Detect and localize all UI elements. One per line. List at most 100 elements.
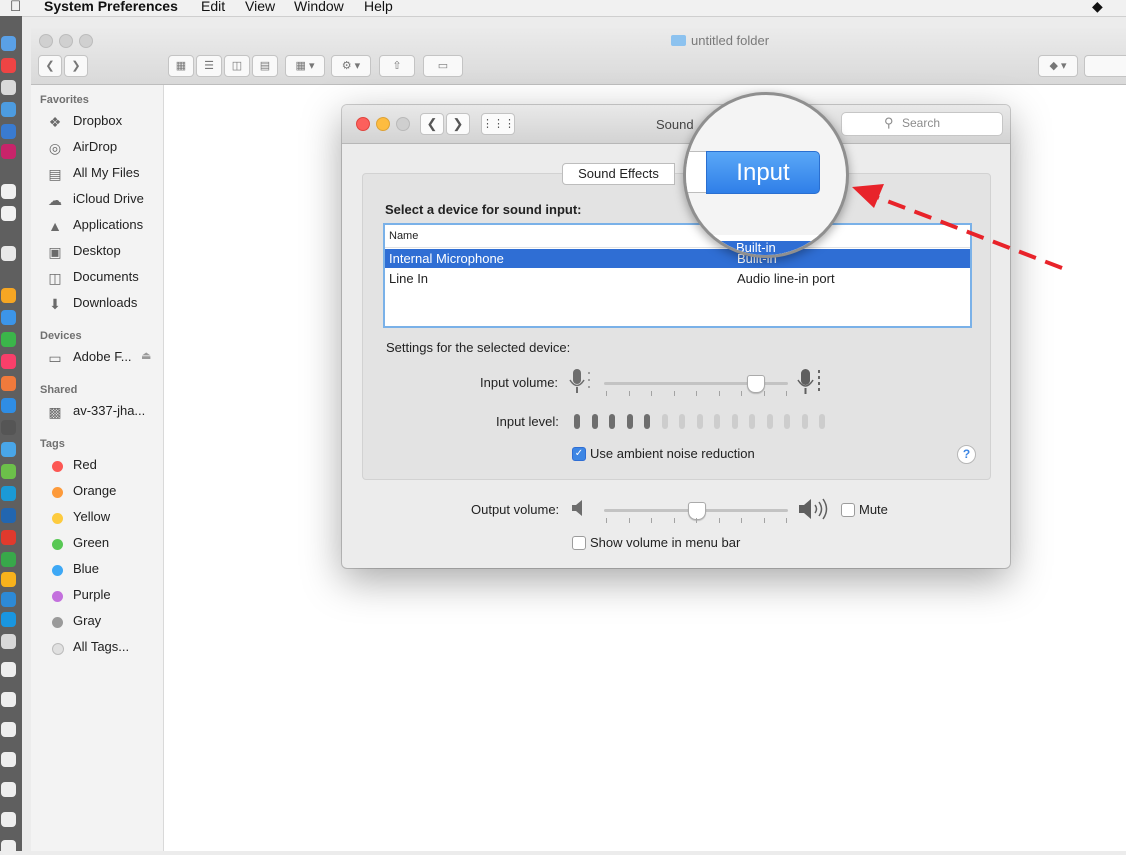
dock-app-icon[interactable]	[1, 246, 16, 261]
apple-menu-icon[interactable]: 	[10, 0, 21, 15]
sidebar-item-documents[interactable]: ◫ Documents	[46, 268, 164, 288]
gear-icon[interactable]: ⚙ ▾	[331, 55, 371, 77]
dock-app-icon[interactable]	[1, 144, 16, 159]
dock-app-icon[interactable]	[1, 662, 16, 677]
finder-sidebar: Favorites ❖ Dropbox ◎ AirDrop ▤ All My File…	[31, 85, 164, 851]
sidebar-item-desktop[interactable]: ▣ Desktop	[46, 242, 164, 262]
cover-flow-button[interactable]: ▤	[252, 55, 278, 77]
dock-app-icon[interactable]	[1, 840, 16, 855]
sidebar-item-shared[interactable]: ▩ av-337-jha...	[46, 402, 164, 422]
sidebar-item-tag-gray[interactable]: Gray	[46, 612, 164, 632]
monitor-icon: ▩	[48, 404, 62, 420]
microphone-low-icon	[569, 369, 590, 393]
slider-tick	[763, 391, 765, 396]
level-segment	[784, 414, 790, 429]
dropbox-toolbar-icon[interactable]: ◆ ▾	[1038, 55, 1078, 77]
dock-app-icon[interactable]	[1, 572, 16, 587]
sidebar-item-tag-blue[interactable]: Blue	[46, 560, 164, 580]
dock-app-icon[interactable]	[1, 420, 16, 435]
sidebar-item-all-my-files[interactable]: ▤ All My Files	[46, 164, 164, 184]
sidebar-item-tag-purple[interactable]: Purple	[46, 586, 164, 606]
sidebar-item-tag-red[interactable]: Red	[46, 456, 164, 476]
dock-app-icon[interactable]	[1, 206, 16, 221]
search-input[interactable]: ⚲ Search	[841, 112, 1003, 136]
forward-button[interactable]: ❯	[64, 55, 88, 77]
tab-sound-effects[interactable]: Sound Effects	[562, 163, 675, 185]
dock-app-icon[interactable]	[1, 376, 16, 391]
sidebar-item-device[interactable]: ▭ Adobe F... ⏏	[46, 348, 164, 368]
show-all-grid-icon[interactable]: ⋮⋮⋮	[481, 113, 515, 135]
dock-app-icon[interactable]	[1, 530, 16, 545]
list-view-button[interactable]: ☰	[196, 55, 222, 77]
column-view-button[interactable]: ◫	[224, 55, 250, 77]
dock-app-icon[interactable]	[1, 486, 16, 501]
dock-app-icon[interactable]	[1, 442, 16, 457]
sidebar-item-downloads[interactable]: ⬇ Downloads	[46, 294, 164, 314]
help-button[interactable]: ?	[957, 445, 976, 464]
dock-app-icon[interactable]	[1, 184, 16, 199]
dock-app-icon[interactable]	[1, 124, 16, 139]
close-button[interactable]	[356, 117, 370, 131]
slider-tick	[628, 391, 630, 396]
dropbox-status-icon[interactable]: ◆	[1092, 0, 1103, 15]
dock-app-icon[interactable]	[1, 310, 16, 325]
menu-window[interactable]: Window	[294, 0, 344, 14]
favorites-header: Favorites	[40, 94, 89, 106]
dock-app-icon[interactable]	[1, 692, 16, 707]
tab-input[interactable]: Input	[706, 151, 820, 194]
forward-button[interactable]: ❯	[446, 113, 470, 135]
sidebar-item-applications[interactable]: ▲ Applications	[46, 216, 164, 236]
sidebar-item-tag-orange[interactable]: Orange	[46, 482, 164, 502]
tag-dot-icon	[52, 565, 63, 576]
dock-app-icon[interactable]	[1, 464, 16, 479]
input-volume-slider-knob[interactable]	[746, 375, 765, 393]
minimize-button[interactable]	[376, 117, 390, 131]
back-button[interactable]: ❮	[420, 113, 444, 135]
dock-app-icon[interactable]	[1, 80, 16, 95]
level-segment	[591, 414, 598, 429]
dock-app-icon[interactable]	[1, 634, 16, 649]
arrange-button[interactable]: ▦ ▾	[285, 55, 325, 77]
dock-app-icon[interactable]	[1, 36, 16, 51]
dock-app-icon[interactable]	[1, 592, 16, 607]
sidebar-item-tag-yellow[interactable]: Yellow	[46, 508, 164, 528]
share-icon[interactable]: ⇧	[379, 55, 415, 77]
noise-reduction-checkbox[interactable]: ✓	[572, 447, 586, 461]
slider-tick	[763, 518, 765, 523]
show-volume-menu-bar-checkbox[interactable]	[572, 536, 586, 550]
sidebar-item-airdrop[interactable]: ◎ AirDrop	[46, 138, 164, 158]
zoom-button[interactable]	[79, 34, 93, 48]
eject-icon[interactable]: ⏏	[141, 349, 151, 362]
minimize-button[interactable]	[59, 34, 73, 48]
search-field-partial[interactable]	[1084, 55, 1126, 77]
dock-app-icon[interactable]	[1, 58, 16, 73]
dock-app-icon[interactable]	[1, 782, 16, 797]
sidebar-item-dropbox[interactable]: ❖ Dropbox	[46, 112, 164, 132]
dock-app-icon[interactable]	[1, 102, 16, 117]
app-menu[interactable]: System Preferences	[44, 0, 178, 14]
sidebar-item-icloud-drive[interactable]: ☁ iCloud Drive	[46, 190, 164, 210]
dock-app-icon[interactable]	[1, 612, 16, 627]
tag-icon[interactable]: ▭	[423, 55, 463, 77]
icon-view-button[interactable]: ▦	[168, 55, 194, 77]
dock-app-icon[interactable]	[1, 332, 16, 347]
dock-app-icon[interactable]	[1, 552, 16, 567]
menu-help[interactable]: Help	[364, 0, 393, 14]
zoom-button[interactable]	[396, 117, 410, 131]
menu-view[interactable]: View	[245, 0, 275, 14]
output-volume-slider-knob[interactable]	[688, 502, 706, 520]
dock-app-icon[interactable]	[1, 398, 16, 413]
dock-app-icon[interactable]	[1, 752, 16, 767]
mute-checkbox[interactable]	[841, 503, 855, 517]
dock-app-icon[interactable]	[1, 288, 16, 303]
dock-app-icon[interactable]	[1, 812, 16, 827]
sidebar-item-tag-green[interactable]: Green	[46, 534, 164, 554]
back-button[interactable]: ❮	[38, 55, 62, 77]
dock-app-icon[interactable]	[1, 508, 16, 523]
close-button[interactable]	[39, 34, 53, 48]
dock-app-icon[interactable]	[1, 722, 16, 737]
column-header-name[interactable]: Name	[389, 225, 418, 247]
sidebar-item-all-tags[interactable]: All Tags...	[46, 638, 164, 658]
dock-app-icon[interactable]	[1, 354, 16, 369]
menu-edit[interactable]: Edit	[201, 0, 225, 14]
